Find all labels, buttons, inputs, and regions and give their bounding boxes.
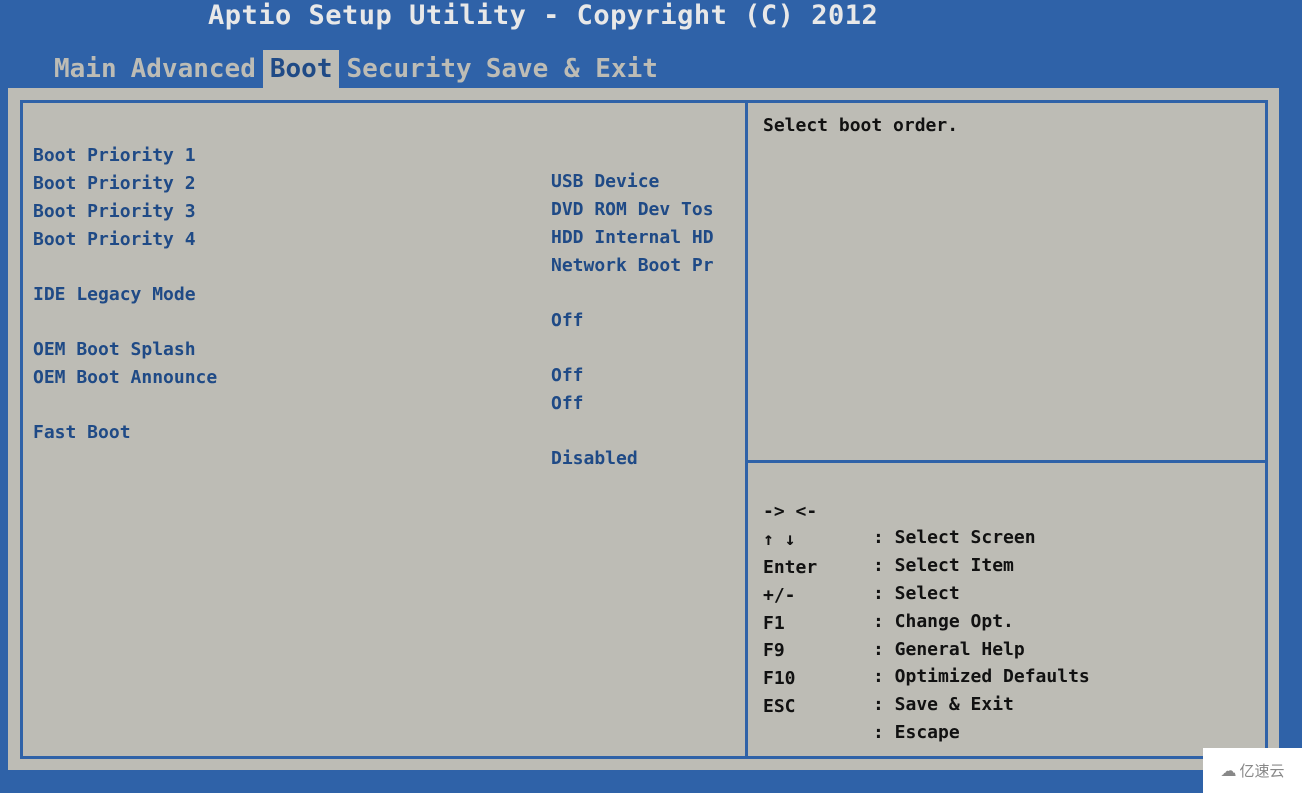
- setting-label: Fast Boot: [33, 422, 131, 443]
- setting-value[interactable]: Off: [551, 391, 584, 417]
- setting-label: OEM Boot Splash: [33, 339, 196, 360]
- key-description: : Change Opt.: [873, 611, 1014, 632]
- setting-label: IDE Legacy Mode: [33, 284, 196, 305]
- tab-boot[interactable]: Boot: [262, 50, 340, 88]
- key-description: : Select: [873, 583, 960, 604]
- key-description: : General Help: [873, 639, 1025, 660]
- setting-label: Boot Priority 2: [33, 173, 196, 194]
- setting-value[interactable]: HDD Internal HD: [551, 225, 714, 251]
- help-divider: [748, 460, 1265, 463]
- setting-value[interactable]: Off: [551, 308, 584, 334]
- key-hint-esc: ESC : Escape: [763, 668, 960, 746]
- setting-label: OEM Boot Announce: [33, 367, 218, 388]
- tab-advanced[interactable]: Advanced: [124, 50, 263, 88]
- key-label: ESC: [763, 696, 796, 717]
- key-description: : Optimized Defaults: [873, 666, 1090, 687]
- setting-value[interactable]: Network Boot Pr: [551, 253, 714, 279]
- setting-label: Boot Priority 3: [33, 201, 196, 222]
- key-description: : Select Screen: [873, 527, 1036, 548]
- key-description: : Select Item: [873, 555, 1014, 576]
- setting-value[interactable]: Off: [551, 363, 584, 389]
- setting-value[interactable]: DVD ROM Dev Tos: [551, 197, 714, 223]
- tab-bar: Main Advanced Boot Security Save & Exit: [47, 50, 665, 88]
- tab-security[interactable]: Security: [339, 50, 478, 88]
- key-description: : Escape: [873, 722, 960, 743]
- watermark-text: 亿速云: [1239, 762, 1285, 780]
- watermark-logo: ☁ 亿速云: [1203, 748, 1302, 793]
- help-description: Select boot order.: [763, 115, 959, 136]
- setting-label: Boot Priority 4: [33, 229, 196, 250]
- app-title: Aptio Setup Utility - Copyright (C) 2012: [208, 0, 879, 31]
- tab-main[interactable]: Main: [47, 50, 124, 88]
- setting-label: Boot Priority 1: [33, 145, 196, 166]
- setting-row-fast-boot[interactable]: Fast Boot Disabled: [33, 394, 638, 472]
- key-description: : Save & Exit: [873, 694, 1014, 715]
- setting-value[interactable]: Disabled: [551, 446, 638, 472]
- cloud-icon: ☁: [1220, 761, 1237, 780]
- tab-save-exit[interactable]: Save & Exit: [479, 50, 665, 88]
- setting-value[interactable]: USB Device: [551, 169, 659, 195]
